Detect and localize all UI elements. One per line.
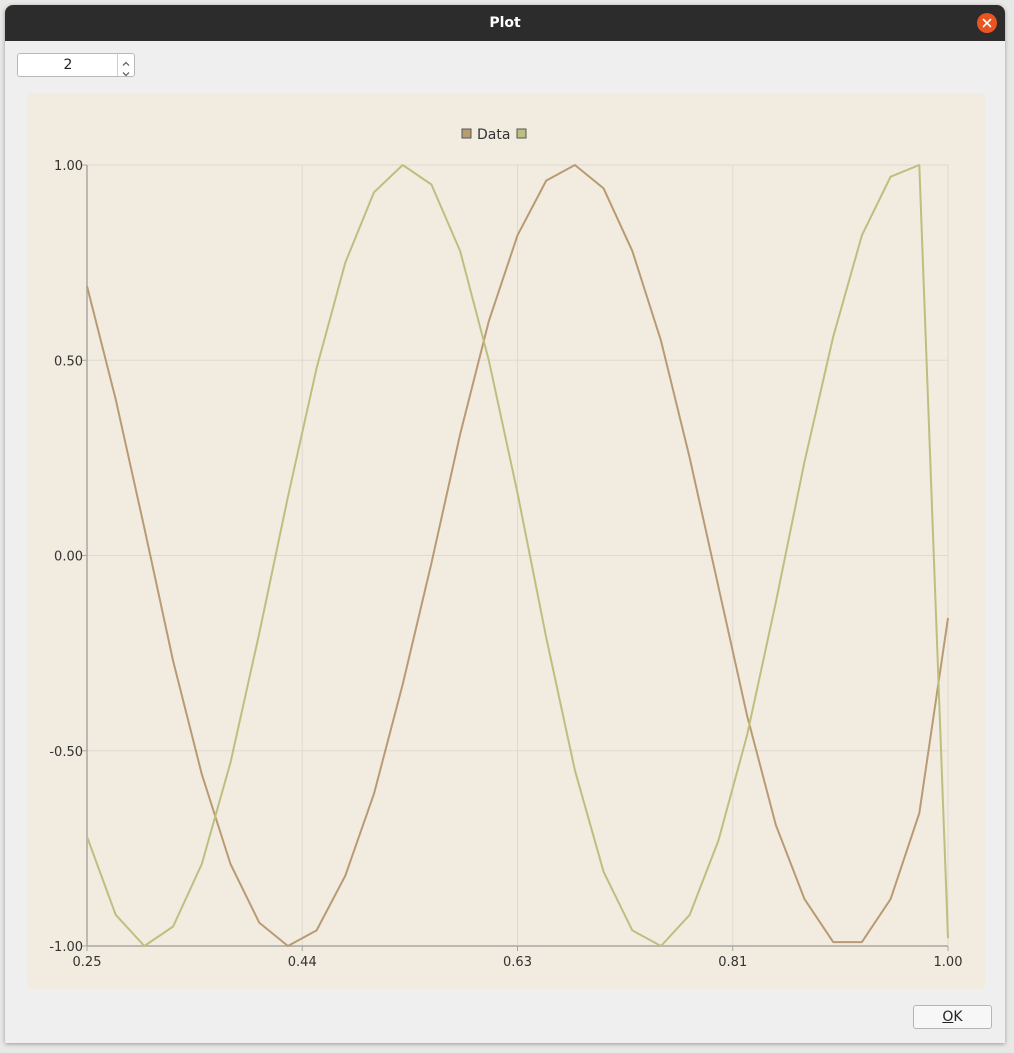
window-title: Plot — [489, 15, 521, 31]
x-tick-label: 1.00 — [934, 955, 963, 970]
legend-swatch-2 — [516, 128, 527, 139]
chart-area: 0.25 0.44 0.63 0.81 1.00 1.00 0.50 0.00 -0.50 -1.… — [27, 93, 985, 993]
y-tick-label: 1.00 — [54, 159, 83, 174]
spinbox-buttons — [117, 54, 134, 77]
plot-dialog: Plot 2 0.25 0.44 0.63 0.81 1.00 1.00 0.5… — [5, 5, 1005, 1043]
chevron-down-icon — [122, 72, 130, 77]
x-tick-label: 0.81 — [718, 955, 747, 970]
spin-down-button[interactable] — [118, 65, 134, 77]
legend-swatch-1 — [461, 128, 472, 139]
ok-button[interactable]: OK — [913, 1005, 992, 1029]
y-tick-label: 0.50 — [54, 354, 83, 369]
close-button[interactable] — [977, 13, 997, 33]
close-icon — [982, 18, 992, 28]
legend-label-1: Data — [477, 127, 510, 143]
spin-up-button[interactable] — [118, 54, 134, 66]
y-tick-label: 0.00 — [54, 550, 83, 565]
y-tick-label: -0.50 — [49, 745, 83, 760]
line-chart: 0.25 0.44 0.63 0.81 1.00 1.00 0.50 0.00 -0.50 -1.… — [27, 93, 985, 989]
value-spinbox[interactable]: 2 — [17, 53, 135, 77]
spinbox-value[interactable]: 2 — [18, 54, 118, 76]
title-bar: Plot — [5, 5, 1005, 41]
chart-background — [27, 93, 985, 989]
y-tick-label: -1.00 — [49, 940, 83, 955]
x-tick-label: 0.63 — [503, 955, 532, 970]
x-tick-label: 0.44 — [288, 955, 317, 970]
x-tick-label: 0.25 — [73, 955, 102, 970]
ok-mnemonic: O — [942, 1009, 954, 1025]
ok-label: K — [953, 1009, 963, 1025]
